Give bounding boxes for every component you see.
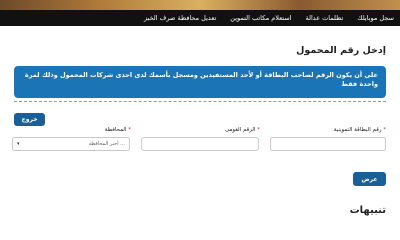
governorate-label-text: المحافظة: [104, 127, 127, 133]
national-id-label: * الرقم القومى: [225, 127, 260, 133]
required-mark: *: [257, 127, 260, 133]
logout-button[interactable]: خروج: [14, 113, 45, 126]
chevron-down-icon: ▾: [17, 141, 20, 147]
submit-button[interactable]: عرض: [353, 172, 386, 186]
top-nav: سجل موبايلك تظلمات عدالة استعلام مكاتب ا…: [0, 10, 400, 26]
nav-item-supply-offices[interactable]: استعلام مكاتب التموين: [230, 14, 291, 22]
card-number-label: * رقم البطاقة التموينية: [334, 127, 386, 133]
governorate-select[interactable]: ... أختر المحافظة ▾: [12, 137, 130, 151]
nav-item-bread-governorate[interactable]: تعديل محافظة صرف الخبز: [144, 14, 216, 22]
card-number-label-text: رقم البطاقة التموينية: [333, 127, 382, 133]
alerts-section-title: تنبيهات: [349, 205, 386, 216]
nav-item-register-mobile[interactable]: سجل موبايلك: [357, 14, 394, 22]
required-mark: *: [383, 127, 386, 133]
section-divider: [14, 101, 386, 102]
governorate-select-value: ... أختر المحافظة: [88, 141, 125, 147]
governorate-label: * المحافظة: [105, 127, 131, 133]
required-mark: *: [128, 127, 131, 133]
card-number-input[interactable]: [270, 137, 386, 151]
notice-banner: على أن يكون الرقم لصاحب البطاقة أو لأحد …: [14, 66, 386, 98]
page-title: إدخل رقم المحمول: [296, 45, 386, 56]
nav-item-adala-complaints[interactable]: تظلمات عدالة: [306, 14, 344, 22]
national-id-input[interactable]: [141, 137, 259, 151]
national-id-label-text: الرقم القومى: [224, 127, 256, 133]
header-banner: [0, 0, 400, 10]
